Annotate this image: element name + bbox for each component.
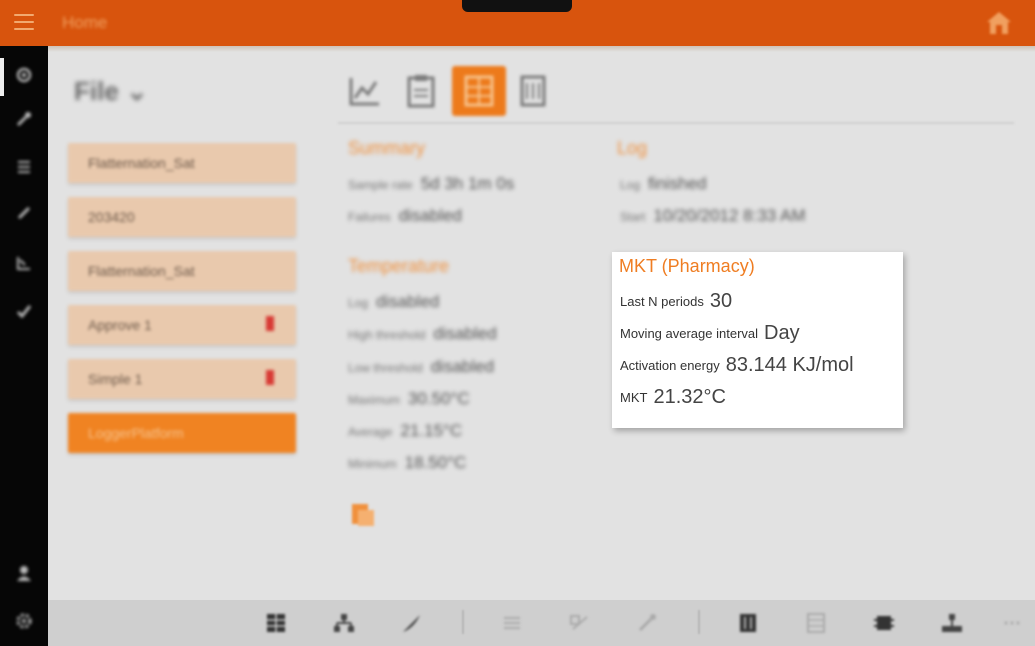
file-item[interactable]: Flatternation_Sat <box>68 143 296 183</box>
hamburger-icon[interactable] <box>14 14 34 30</box>
page-title: Home <box>62 13 108 32</box>
temperature-row: Average 21.15°C <box>348 421 463 440</box>
gear-icon[interactable] <box>15 612 33 630</box>
nav-rail <box>0 46 48 646</box>
file-item-selected[interactable]: LoggerPlatform <box>68 413 296 453</box>
sitemap-icon[interactable] <box>332 612 356 634</box>
summary-heading: Summary <box>348 138 426 158</box>
grid-icon[interactable] <box>452 66 506 116</box>
link-icon[interactable] <box>568 612 592 634</box>
temperature-row: Low threshold disabled <box>348 357 495 376</box>
flag-icon <box>266 316 274 331</box>
more-icon[interactable] <box>1000 612 1024 634</box>
feather-icon[interactable] <box>400 612 424 634</box>
database-icon[interactable] <box>736 612 760 634</box>
flag-icon <box>266 370 274 385</box>
export-icon[interactable] <box>350 500 376 528</box>
link-icon[interactable] <box>15 204 33 222</box>
mkt-card: MKT (Pharmacy) Last N periods 30 Moving a… <box>612 252 903 428</box>
file-item[interactable]: Approve 1 <box>68 305 296 345</box>
camera-notch <box>462 0 572 12</box>
chart-icon[interactable] <box>342 68 388 114</box>
wrench-icon[interactable] <box>636 612 660 634</box>
database-icon[interactable] <box>510 68 556 114</box>
mkt-row-last-n-periods: Last N periods 30 <box>620 290 733 312</box>
bottom-bar-separator <box>698 610 700 634</box>
mkt-title: MKT (Pharmacy) <box>619 256 755 276</box>
mkt-row-activation-energy: Activation energy 83.144 KJ/mol <box>620 354 854 376</box>
app-header: Home <box>0 0 1035 46</box>
temperature-row: Minimum 18.50°C <box>348 453 467 472</box>
clipboard-icon[interactable] <box>398 68 444 114</box>
summary-row: Failures disabled <box>348 206 463 225</box>
home-icon[interactable] <box>985 10 1013 36</box>
list-icon[interactable] <box>15 158 33 176</box>
temperature-row: Maximum 30.50°C <box>348 389 470 408</box>
nav-selection-indicator <box>0 58 4 96</box>
log-heading: Log <box>617 138 648 158</box>
log-row: Start 10/20/2012 8:33 AM <box>620 206 806 225</box>
home-icon[interactable] <box>15 66 33 84</box>
temperature-row: High threshold disabled <box>348 324 497 343</box>
chip-icon[interactable] <box>872 612 896 634</box>
bottom-bar-separator <box>462 610 464 634</box>
user-icon[interactable] <box>15 564 33 582</box>
check-icon[interactable] <box>15 302 33 320</box>
summary-row: Sample rate 5d 3h 1m 0s <box>348 174 515 193</box>
log-row: Log finished <box>620 174 707 193</box>
file-item[interactable]: 203420 <box>68 197 296 237</box>
wrench-icon[interactable] <box>15 110 33 128</box>
bottom-app-bar <box>48 600 1035 646</box>
network-icon[interactable] <box>940 612 964 634</box>
mkt-row-mkt: MKT 21.32°C <box>620 386 726 408</box>
file-item[interactable]: Simple 1 <box>68 359 296 399</box>
mkt-row-moving-average-interval: Moving average interval Day <box>620 322 800 344</box>
toolbar-divider <box>338 122 1014 124</box>
list-icon[interactable] <box>500 612 524 634</box>
table-icon[interactable] <box>804 612 828 634</box>
grid-icon[interactable] <box>264 612 288 634</box>
temperature-heading: Temperature <box>348 256 450 276</box>
header-shadow <box>48 46 1035 52</box>
file-panel-title[interactable]: File ⌄ <box>74 76 148 107</box>
file-item[interactable]: Flatternation_Sat <box>68 251 296 291</box>
chart-icon[interactable] <box>15 254 33 272</box>
temperature-row: Log disabled <box>348 292 440 311</box>
